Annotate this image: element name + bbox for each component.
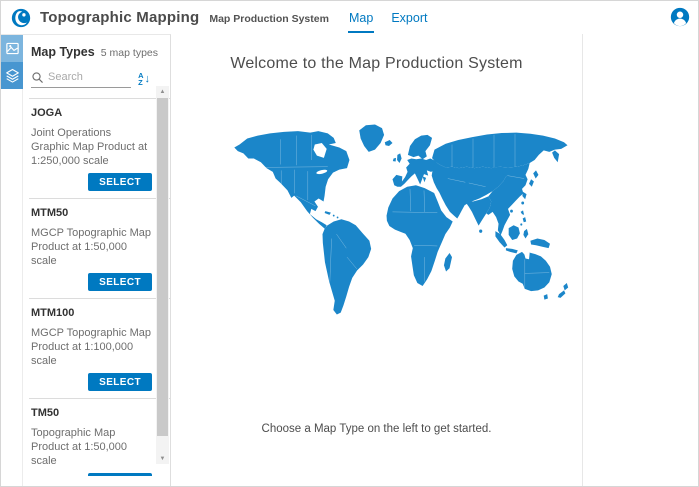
- tab-export[interactable]: Export: [390, 2, 428, 33]
- layers-icon: [5, 68, 20, 83]
- app-window: Topographic Mapping Map Production Syste…: [0, 0, 699, 487]
- sidebar-scrollbar[interactable]: ▲ ▼: [156, 86, 169, 464]
- top-tabs: Map Export: [348, 1, 428, 34]
- sort-arrow-icon: ↓: [145, 73, 151, 85]
- map-type-description: Topographic Map Product at 1:50,000 scal…: [31, 426, 152, 468]
- sort-a-z-icon: AZ: [138, 72, 143, 86]
- world-map-image: [228, 123, 578, 323]
- sidebar-title: Map Types: [31, 45, 95, 59]
- welcome-panel: Welcome to the Map Production System: [171, 34, 583, 487]
- tab-map[interactable]: Map: [348, 2, 374, 33]
- scroll-down-icon[interactable]: ▼: [156, 453, 169, 464]
- tool-layers-button[interactable]: [1, 62, 23, 89]
- search-box: [31, 71, 131, 88]
- app-subtitle: Map Production System: [209, 13, 329, 25]
- select-button-tm50[interactable]: SELECT: [88, 473, 152, 476]
- map-type-name: JOGA: [31, 107, 152, 120]
- select-button-joga[interactable]: SELECT: [88, 173, 152, 191]
- scroll-up-icon[interactable]: ▲: [156, 86, 169, 97]
- map-type-card-mtm100: MTM100 MGCP Topographic Map Product at 1…: [29, 298, 170, 398]
- app-header: Topographic Mapping Map Production Syste…: [1, 1, 698, 34]
- map-type-count: 5 map types: [101, 47, 162, 59]
- sidebar-header: Map Types 5 map types: [23, 35, 170, 59]
- map-type-description: MGCP Topographic Map Product at 1:50,000…: [31, 226, 152, 268]
- select-button-mtm100[interactable]: SELECT: [88, 373, 152, 391]
- tool-strip: [1, 34, 23, 487]
- sort-a-z-button[interactable]: AZ ↓: [138, 72, 150, 86]
- instruction-text: Choose a Map Type on the left to get sta…: [171, 423, 582, 435]
- map-type-description: Joint Operations Graphic Map Product at …: [31, 126, 152, 168]
- search-row: AZ ↓: [31, 68, 162, 90]
- search-input[interactable]: [48, 71, 128, 83]
- scrollbar-thumb[interactable]: [157, 98, 168, 436]
- map-type-card-mtm50: MTM50 MGCP Topographic Map Product at 1:…: [29, 198, 170, 298]
- empty-right-area: [583, 34, 698, 487]
- map-types-icon: [5, 41, 20, 56]
- welcome-title: Welcome to the Map Production System: [171, 55, 582, 73]
- tool-map-types-button[interactable]: [1, 35, 23, 62]
- map-type-description: MGCP Topographic Map Product at 1:100,00…: [31, 326, 152, 368]
- search-icon: [31, 71, 44, 84]
- app-title: Topographic Mapping: [40, 9, 199, 26]
- map-type-card-tm50: TM50 Topographic Map Product at 1:50,000…: [29, 398, 170, 476]
- select-button-mtm50[interactable]: SELECT: [88, 273, 152, 291]
- map-type-name: TM50: [31, 407, 152, 420]
- map-type-list: JOGA Joint Operations Graphic Map Produc…: [29, 98, 170, 476]
- map-types-sidebar: Map Types 5 map types AZ ↓ J: [23, 34, 171, 487]
- map-type-name: MTM50: [31, 207, 152, 220]
- map-type-name: MTM100: [31, 307, 152, 320]
- app-logo-icon: [11, 8, 31, 28]
- account-icon[interactable]: [670, 7, 690, 27]
- content-area: Map Types 5 map types AZ ↓ J: [1, 34, 698, 487]
- map-type-card-joga: JOGA Joint Operations Graphic Map Produc…: [29, 99, 170, 198]
